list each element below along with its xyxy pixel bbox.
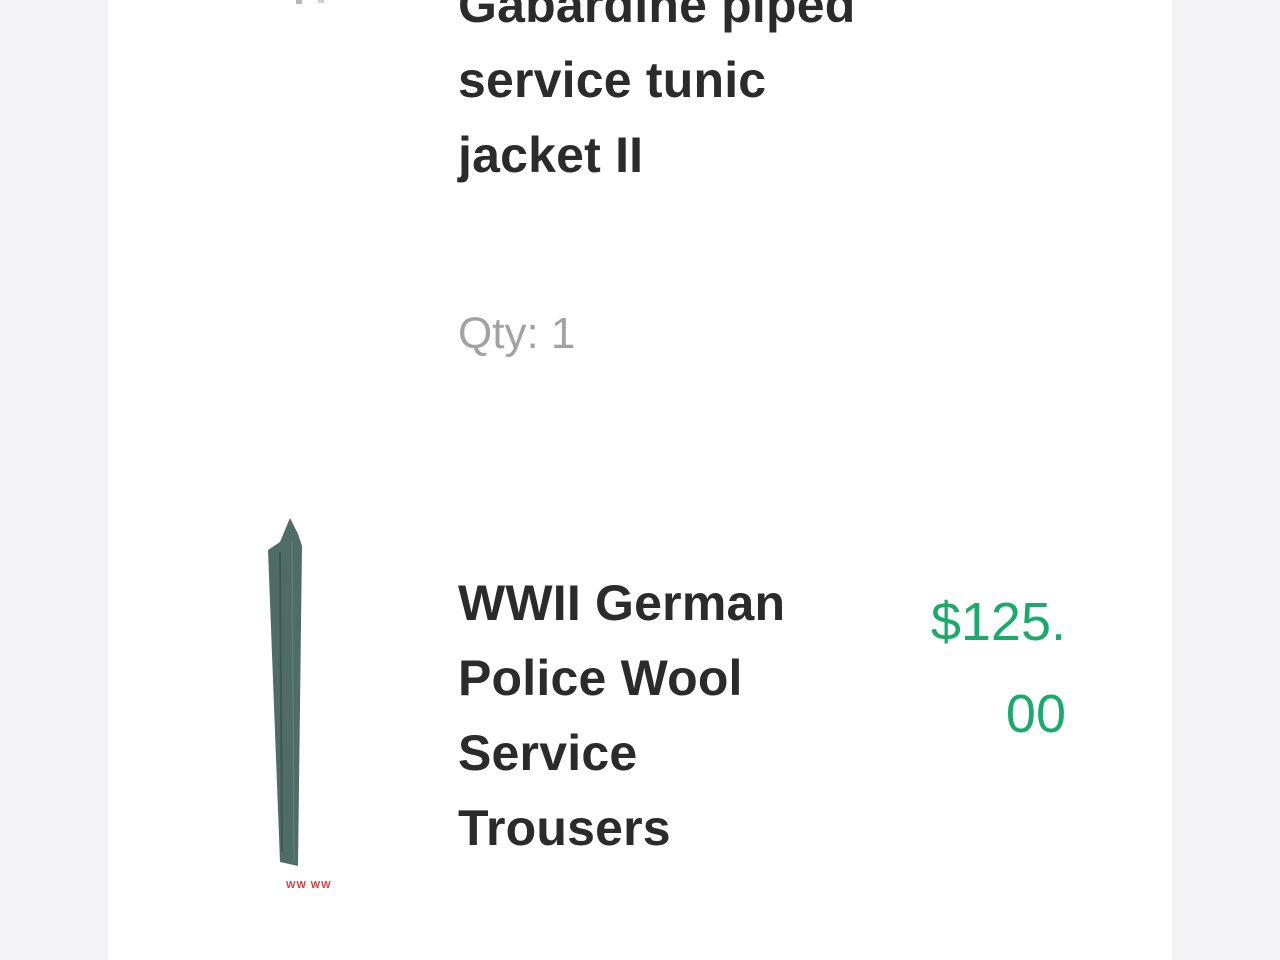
jacket-thumbnail[interactable] bbox=[268, 0, 348, 6]
item-title[interactable]: Gabardine piped service tunic jacket II bbox=[458, 0, 858, 193]
item-title[interactable]: WWII German Police Wool Service Trousers bbox=[458, 566, 838, 866]
item-quantity: Qty: 1 bbox=[458, 309, 576, 358]
thumbnail-watermark: WW WW bbox=[286, 880, 332, 891]
order-summary-card: Gabardine piped service tunic jacket II … bbox=[108, 0, 1172, 960]
trousers-thumbnail[interactable] bbox=[258, 512, 338, 902]
item-price: $125.00 bbox=[930, 592, 1066, 744]
